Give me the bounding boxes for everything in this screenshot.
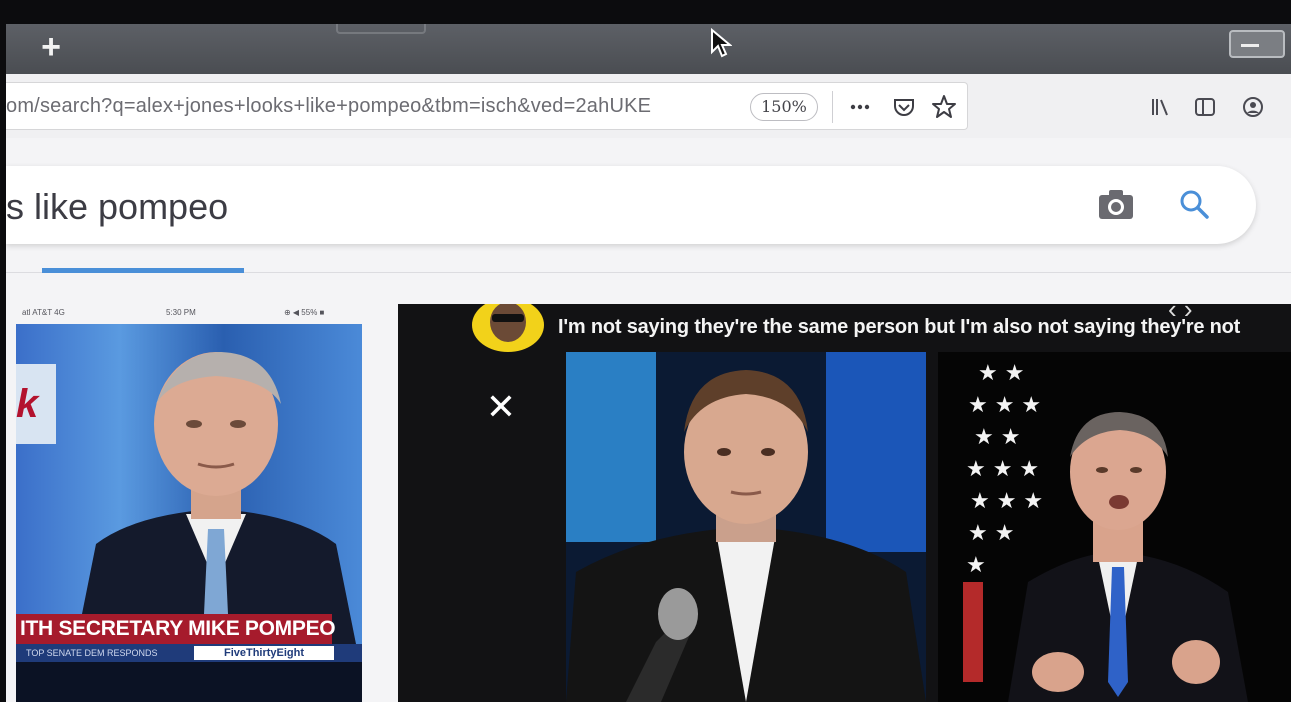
search-query-text[interactable]: s like pompeo — [6, 186, 228, 228]
status-battery: ⊕ ◀ 55% ■ — [284, 308, 325, 317]
mouse-cursor-icon — [711, 28, 732, 58]
jones-photo[interactable] — [566, 352, 926, 702]
preview-nav-arrows-icon[interactable]: ‹ › — [1168, 304, 1268, 324]
tab-edge — [336, 24, 426, 34]
status-time: 5:30 PM — [166, 308, 196, 317]
preview-caption: I'm not saying they're the same person b… — [558, 316, 1241, 338]
svg-text:★: ★ — [966, 553, 986, 578]
active-tab-indicator — [42, 268, 244, 273]
svg-text:★ ★ ★: ★ ★ ★ — [968, 393, 1041, 418]
news-chyron: ITH SECRETARY MIKE POMPEO — [16, 614, 336, 644]
sidebar-icon[interactable] — [1190, 92, 1220, 122]
new-tab-button[interactable]: + — [34, 30, 68, 64]
zoom-level-badge[interactable]: 150% — [750, 93, 818, 121]
search-icon[interactable] — [1176, 186, 1212, 222]
url-text[interactable]: om/search?q=alex+jones+looks+like+pompeo… — [6, 95, 706, 118]
tab-strip: + — [6, 24, 1291, 74]
poster-avatar — [472, 304, 544, 352]
network-logo: k — [16, 364, 56, 444]
pompeo-photo[interactable]: ★ ★ ★ ★ ★ ★ ★ ★ ★ ★ ★ ★ ★ ★ ★ ★ — [938, 352, 1291, 702]
account-icon[interactable] — [1238, 92, 1268, 122]
camera-icon[interactable] — [1096, 186, 1136, 222]
search-results-page: s like pompeo atl AT&T 4G 5:30 PM ⊕ ◀ 55… — [6, 138, 1291, 702]
url-separator — [832, 91, 833, 123]
news-ticker: TOP SENATE DEM RESPONDS FiveThirtyEight — [16, 644, 362, 662]
status-carrier: atl AT&T 4G — [22, 308, 65, 317]
url-bar[interactable]: om/search?q=alex+jones+looks+like+pompeo… — [6, 82, 968, 130]
ticker-brand: FiveThirtyEight — [194, 646, 334, 660]
close-preview-button[interactable]: ✕ — [484, 389, 518, 425]
bookmark-star-icon[interactable] — [930, 93, 958, 121]
phone-status-bar: atl AT&T 4G 5:30 PM ⊕ ◀ 55% ■ — [16, 304, 362, 324]
image-preview-panel: I'm not saying they're the same person b… — [398, 304, 1291, 702]
monitor-bezel-top — [0, 0, 1291, 24]
svg-text:★ ★: ★ ★ — [974, 425, 1020, 450]
svg-text:★ ★ ★: ★ ★ ★ — [970, 489, 1043, 514]
result-thumbnail[interactable]: atl AT&T 4G 5:30 PM ⊕ ◀ 55% ■ k ITH SECR… — [16, 304, 362, 702]
person-image — [76, 352, 356, 644]
search-box[interactable]: s like pompeo — [6, 166, 1256, 244]
svg-text:★ ★ ★: ★ ★ ★ — [966, 457, 1039, 482]
svg-text:★ ★: ★ ★ — [978, 361, 1024, 386]
navigation-bar: om/search?q=alex+jones+looks+like+pompeo… — [6, 74, 1291, 138]
minimize-button[interactable] — [1229, 30, 1285, 58]
news-lower-band — [16, 662, 362, 702]
more-icon[interactable] — [846, 93, 874, 121]
library-icon[interactable] — [1146, 92, 1176, 122]
svg-text:★ ★: ★ ★ — [968, 521, 1014, 546]
pocket-icon[interactable] — [890, 93, 918, 121]
ticker-text: TOP SENATE DEM RESPONDS — [26, 648, 158, 658]
